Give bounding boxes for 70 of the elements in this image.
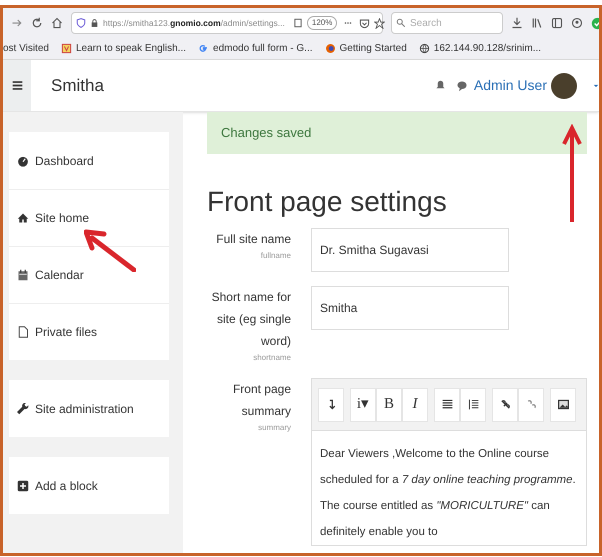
chat-icon[interactable] xyxy=(456,80,468,92)
firefox-icon xyxy=(324,43,336,54)
gauge-icon xyxy=(17,154,29,166)
nav-item[interactable]: Dashboard xyxy=(9,132,169,189)
sidebar-icon[interactable] xyxy=(551,17,563,29)
success-alert: Changes saved xyxy=(207,112,587,154)
calendar-icon xyxy=(17,269,29,281)
lock-icon xyxy=(90,18,99,28)
nav-item[interactable]: Calendar xyxy=(9,246,169,303)
bookmark-link[interactable]: Getting Started xyxy=(324,41,407,56)
download-icon[interactable] xyxy=(511,17,523,29)
house-icon xyxy=(17,212,29,224)
menu-icon xyxy=(12,80,22,91)
bookmark-link[interactable]: ost Visited xyxy=(3,41,49,56)
toolbar-button[interactable] xyxy=(318,388,344,422)
page-title: Front page settings xyxy=(207,185,448,219)
home-icon[interactable] xyxy=(51,17,63,29)
search-box[interactable]: Search xyxy=(391,12,503,34)
toolbar-button[interactable]: I xyxy=(402,388,428,422)
user-name[interactable]: Admin User xyxy=(474,75,547,96)
nav-item[interactable]: Site administration xyxy=(9,380,169,437)
reload-icon[interactable] xyxy=(31,17,43,29)
google-icon xyxy=(198,43,210,54)
numbered-list-icon xyxy=(466,398,480,411)
rich-text-editor[interactable]: i▾ B I Dear Viewers ,Welcome to the Online course scheduled for a 7 day online teaching programme. The course entitled as "MORICULTURE" can definitely enable you to xyxy=(311,378,587,546)
search-icon xyxy=(396,18,406,28)
toolbar-button[interactable] xyxy=(434,388,460,422)
zoom-level[interactable]: 120% xyxy=(306,16,338,30)
library-icon[interactable] xyxy=(531,17,543,29)
toolbar-button[interactable] xyxy=(550,388,576,422)
bookmark-link[interactable]: edmodo full form - G... xyxy=(198,41,313,56)
user-avatar[interactable] xyxy=(551,72,577,98)
annotation-arrow xyxy=(84,228,136,272)
reader-icon[interactable] xyxy=(292,18,303,28)
bookmark-link[interactable]: 162.144.90.128/srinim... xyxy=(418,41,542,56)
site-brand[interactable]: Smitha xyxy=(51,72,104,98)
url-text: https://smitha123.gnomio.com/admin/settings... xyxy=(103,16,285,30)
bookmark-link[interactable]: Learn to speak English... xyxy=(60,41,186,56)
toolbar-button[interactable]: i▾ xyxy=(350,388,376,422)
field-name: shortname xyxy=(253,352,291,364)
text-field[interactable]: Dr. Smitha Sugavasi xyxy=(311,228,509,272)
bullet-list-icon xyxy=(440,398,454,411)
forward-icon[interactable] xyxy=(11,17,23,29)
plus-square-icon xyxy=(17,480,29,492)
search-input[interactable]: Search xyxy=(410,16,498,30)
nav-item[interactable]: Site home xyxy=(9,189,169,246)
toolbar-button[interactable] xyxy=(492,388,518,422)
file-icon xyxy=(17,326,29,338)
wrench-icon xyxy=(17,402,29,414)
site-favicon-icon xyxy=(60,43,72,54)
field-label: Short name for site (eg single word) xyxy=(210,289,291,350)
toolbar-button[interactable]: B xyxy=(376,388,402,422)
toolbar-button[interactable] xyxy=(460,388,486,422)
editor-text: Dear Viewers ,Welcome to the Online course scheduled for a 7 day online teaching programme. The course entitled as "MORICULTURE" can definitely enable you to xyxy=(319,447,577,540)
image-icon xyxy=(556,398,570,411)
nav-item[interactable]: Add a block xyxy=(9,457,169,514)
address-bar[interactable]: https://smitha123.gnomio.com/admin/settings... 120% xyxy=(71,12,383,34)
nav-item[interactable]: Private files xyxy=(9,303,169,360)
menu-button[interactable] xyxy=(3,60,31,111)
account-icon[interactable] xyxy=(571,17,583,29)
pocket-icon[interactable] xyxy=(359,18,370,28)
star-icon[interactable] xyxy=(374,18,386,28)
field-label: Front page summary xyxy=(232,381,291,420)
field-name: summary xyxy=(258,422,291,434)
globe-icon xyxy=(418,43,430,54)
field-name: fullname xyxy=(260,250,291,262)
text-field[interactable]: Smitha xyxy=(311,286,509,330)
caret-icon[interactable] xyxy=(593,82,599,88)
field-label: Full site name xyxy=(216,231,291,248)
shield-icon xyxy=(76,17,86,29)
